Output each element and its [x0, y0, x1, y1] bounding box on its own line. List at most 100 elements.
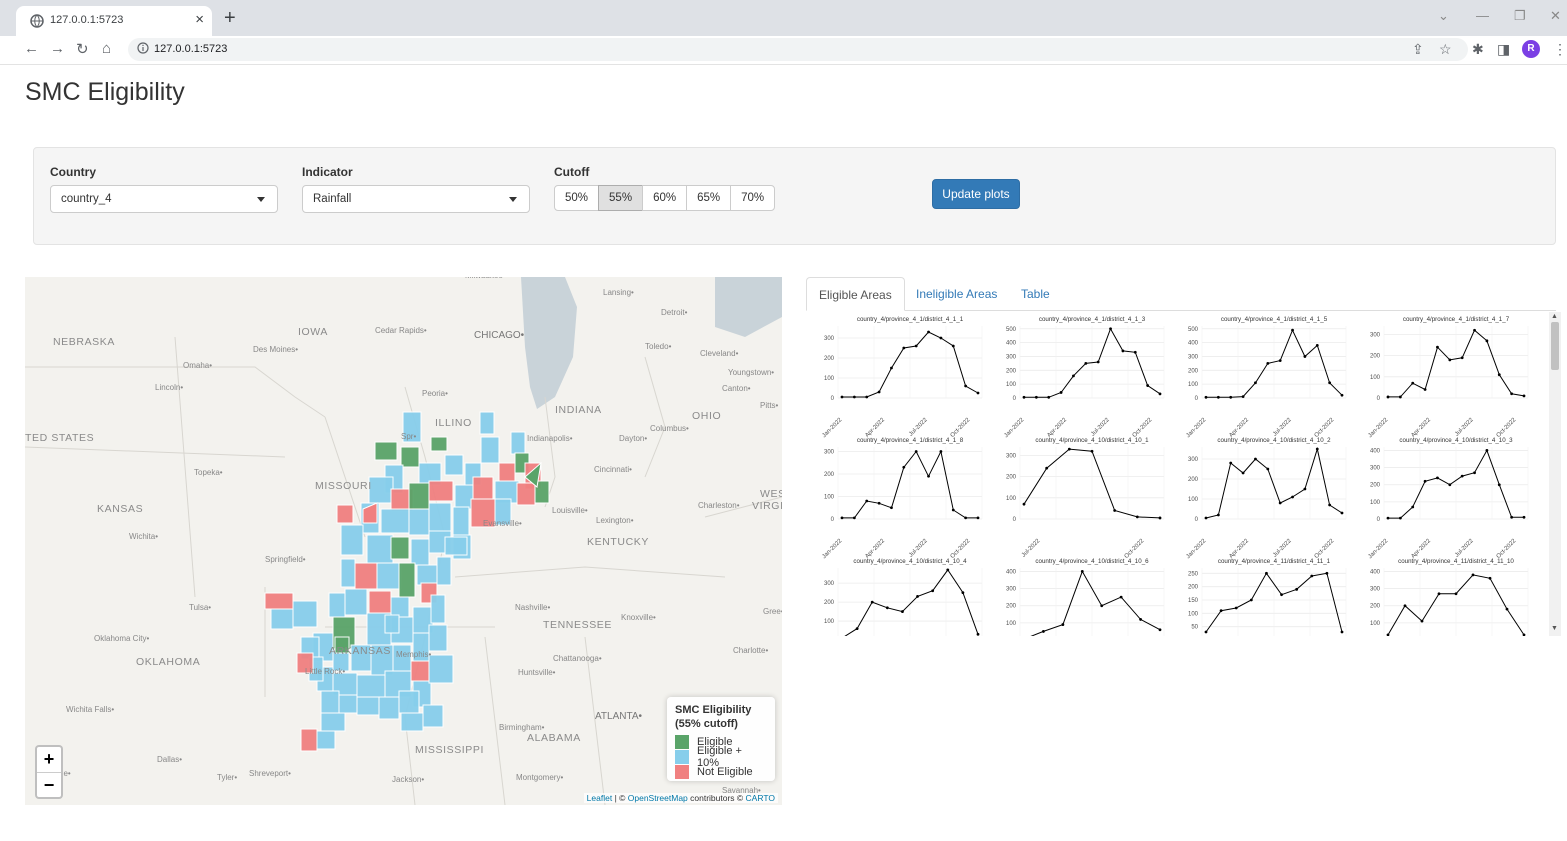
cutoff-option[interactable]: 55% — [598, 185, 644, 211]
forward-icon[interactable]: → — [50, 40, 65, 57]
cutoff-option[interactable]: 50% — [554, 185, 600, 211]
x-tick-label: Jan-2022 — [821, 417, 843, 439]
x-tick-label: Jul-2022 — [908, 538, 929, 559]
cutoff-option[interactable]: 65% — [686, 185, 732, 211]
map-region — [336, 504, 354, 524]
new-tab-icon[interactable]: + — [224, 8, 236, 28]
map-label: WES — [760, 488, 782, 500]
x-tick-label: Jan-2022 — [1003, 417, 1025, 439]
chevron-down-icon — [509, 197, 517, 202]
y-tick-label: 200 — [1006, 368, 1017, 374]
tab-search-icon[interactable]: ⌄ — [1438, 8, 1449, 24]
data-point — [1280, 593, 1283, 597]
info-icon[interactable] — [137, 42, 149, 54]
y-tick-label: 100 — [1006, 382, 1017, 388]
y-tick-label: 200 — [1370, 604, 1381, 610]
data-point — [1485, 339, 1489, 343]
map-region — [510, 431, 526, 455]
update-plots-button[interactable]: Update plots — [932, 179, 1020, 209]
line-chart: country_4/province_4_10/district_4_10_6 1… — [1006, 558, 1165, 636]
cutoff-button-group: 50% 55% 60% 65% 70% — [554, 185, 776, 211]
y-tick-label: 200 — [824, 600, 835, 606]
map-label: Nashville• — [515, 603, 550, 612]
y-tick-label: 100 — [1370, 621, 1381, 627]
scroll-thumb[interactable] — [1551, 322, 1559, 370]
address-bar[interactable]: 127.0.0.1:5723 — [128, 38, 1468, 61]
kebab-menu-icon[interactable]: ⋮ — [1553, 41, 1567, 58]
y-tick-label: 300 — [1006, 354, 1017, 360]
indicator-select[interactable]: Rainfall — [302, 185, 530, 213]
y-tick-label: 0 — [1377, 517, 1381, 523]
reload-icon[interactable]: ↻ — [76, 40, 89, 58]
map-region — [270, 608, 294, 630]
back-icon[interactable]: ← — [24, 40, 39, 57]
map-region — [472, 476, 494, 500]
map-region — [444, 536, 468, 556]
map-label: MISSOURI — [315, 480, 372, 492]
y-tick-label: 200 — [1006, 475, 1017, 481]
bookmark-star-icon[interactable]: ☆ — [1439, 41, 1452, 58]
tab-eligible-areas[interactable]: Eligible Areas — [806, 277, 905, 311]
home-icon[interactable]: ⌂ — [102, 40, 111, 57]
map-label: Jackson• — [392, 775, 424, 784]
sidepanel-icon[interactable]: ◨ — [1497, 41, 1510, 58]
country-select[interactable]: country_4 — [50, 185, 278, 213]
data-point — [1254, 381, 1257, 385]
line-chart: country_4/province_4_1/district_4_1_5 0 10… — [1185, 316, 1347, 439]
y-tick-label: 400 — [1006, 341, 1017, 347]
globe-icon — [30, 14, 44, 28]
carto-link[interactable]: CARTO — [746, 793, 775, 803]
chevron-down-icon — [257, 197, 265, 202]
minimize-icon[interactable]: — — [1476, 8, 1489, 23]
data-point — [1219, 609, 1223, 613]
data-point — [931, 589, 935, 593]
map-region — [378, 696, 400, 720]
chart-title: country_4/province_4_1/district_4_1_3 — [1039, 316, 1146, 323]
page-title: SMC Eligibility — [25, 78, 185, 106]
extensions-icon[interactable]: ✱ — [1472, 41, 1484, 58]
leaflet-link[interactable]: Leaflet — [587, 793, 613, 803]
close-window-icon[interactable]: ✕ — [1550, 8, 1561, 24]
map-region — [454, 484, 474, 510]
zoom-out-button[interactable]: − — [37, 773, 61, 798]
data-point — [1113, 509, 1117, 512]
map-label: Milwaukee• — [465, 277, 506, 280]
tab-title: 127.0.0.1:5723 — [50, 14, 124, 26]
tab-table[interactable]: Table — [1009, 277, 1062, 309]
tab-ineligible-areas[interactable]: Ineligible Areas — [904, 277, 1009, 309]
y-tick-label: 250 — [1188, 571, 1199, 577]
plots-scrollbar[interactable]: ▲ ▼ — [1549, 312, 1561, 636]
share-icon[interactable]: ⇪ — [1412, 41, 1424, 58]
map-label: Charlotte• — [733, 646, 768, 655]
x-tick-label: Oct-2022 — [1496, 538, 1518, 560]
map-label: Dallas• — [157, 755, 182, 764]
map-label: Charleston• — [698, 501, 740, 510]
leaflet-map[interactable]: NEBRASKA IOWA KANSAS MISSOURI OKLAHOMA INDIAN… — [25, 277, 782, 805]
scroll-down-icon[interactable]: ▼ — [1551, 625, 1558, 632]
data-point — [1158, 516, 1162, 520]
cutoff-option[interactable]: 70% — [730, 185, 776, 211]
x-tick-label: Jan-2022 — [1367, 417, 1389, 439]
restore-icon[interactable]: ❐ — [1514, 8, 1526, 24]
osm-link[interactable]: OpenStreetMap — [628, 793, 688, 803]
browser-tab[interactable]: 127.0.0.1:5723 × — [16, 6, 212, 36]
map-label: Cleveland• — [700, 349, 739, 358]
y-tick-label: 300 — [1370, 466, 1381, 472]
cutoff-option[interactable]: 60% — [642, 185, 688, 211]
data-point — [1047, 395, 1051, 399]
map-region — [430, 594, 446, 624]
close-tab-icon[interactable]: × — [195, 11, 204, 28]
map-region — [516, 482, 536, 506]
data-point — [1146, 384, 1150, 387]
profile-avatar[interactable]: R — [1522, 40, 1540, 58]
scroll-up-icon[interactable]: ▲ — [1551, 313, 1558, 320]
map-label: Spr• — [401, 432, 416, 441]
data-point — [1340, 511, 1344, 515]
map-label: OKLAHOMA — [136, 656, 200, 668]
zoom-in-button[interactable]: + — [37, 747, 61, 773]
map-label: Pitts• — [760, 401, 779, 410]
x-tick-label: Apr-2022 — [1228, 417, 1250, 439]
country-label: Country — [50, 165, 96, 179]
data-point — [1403, 604, 1407, 608]
map-region — [356, 674, 386, 698]
